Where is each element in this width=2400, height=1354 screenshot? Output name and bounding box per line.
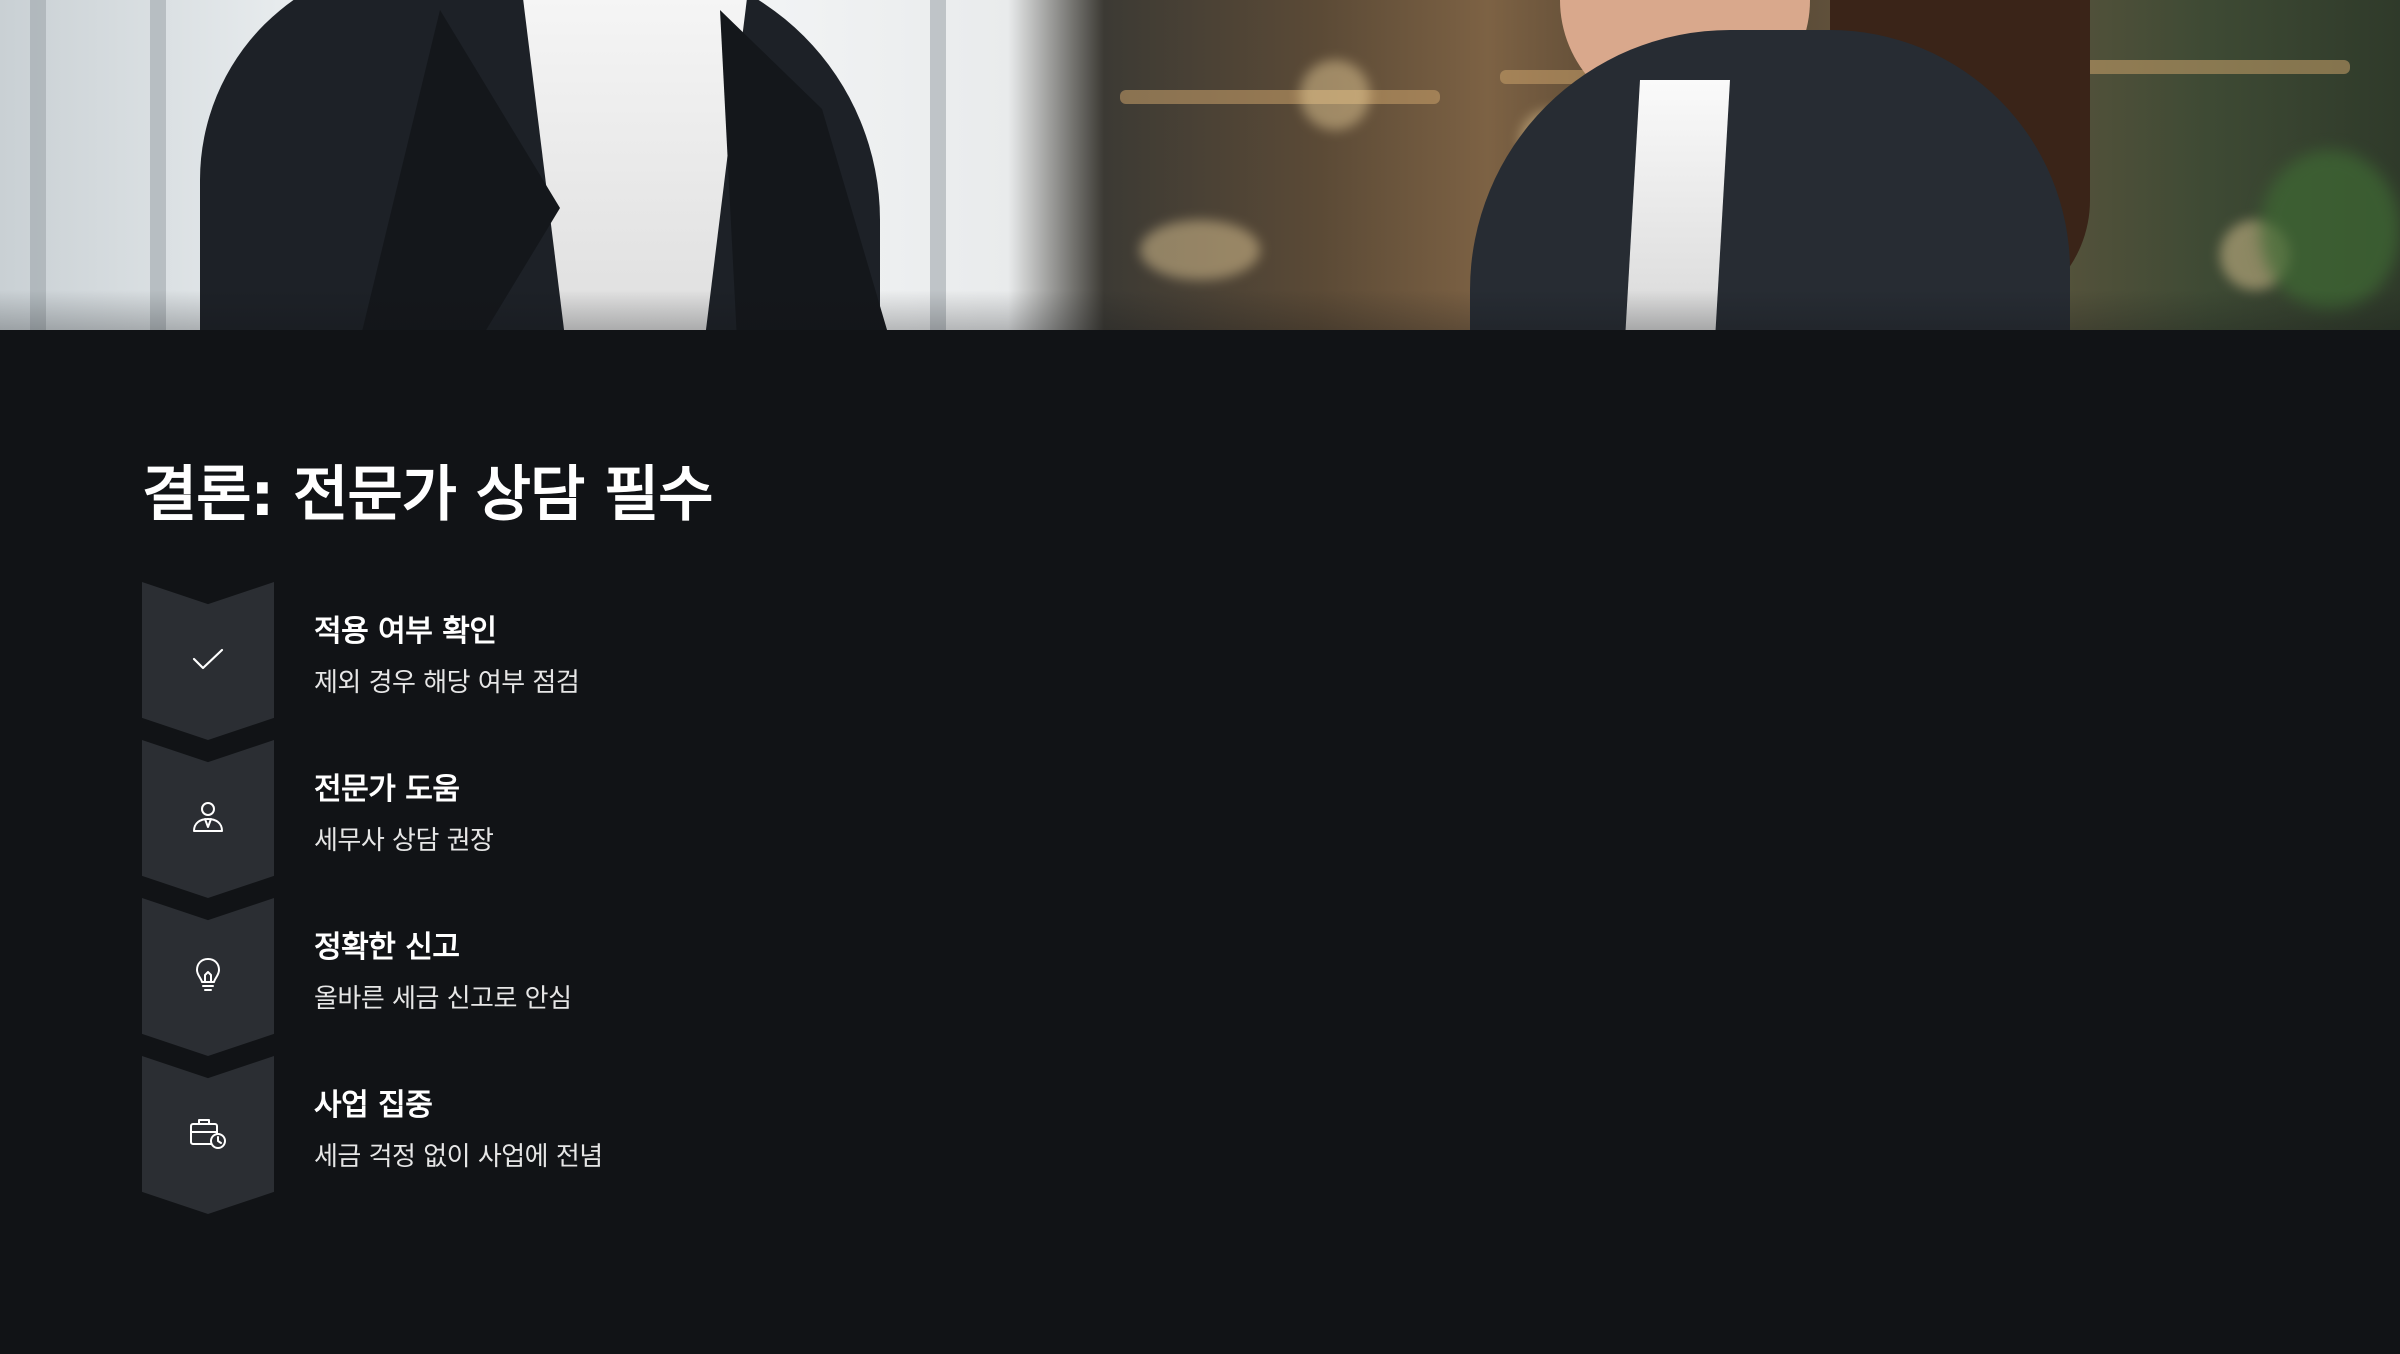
step-description: 세금 걱정 없이 사업에 전념: [314, 1142, 603, 1172]
slide: 결론: 전문가 상담 필수 적용 여부 확인 제외 경우 해당 여부 점검 전문…: [0, 0, 2400, 1354]
page-title: 결론: 전문가 상담 필수: [142, 460, 713, 530]
step-chevron: [142, 740, 274, 898]
step-chevron: [142, 1056, 274, 1214]
step-description: 제외 경우 해당 여부 점검: [314, 668, 580, 698]
step-item: 적용 여부 확인 제외 경우 해당 여부 점검: [142, 582, 1042, 740]
person-advisor-icon: [188, 797, 228, 837]
check-icon: [188, 639, 228, 679]
step-title: 사업 집중: [314, 1088, 433, 1123]
step-description: 올바른 세금 신고로 안심: [314, 984, 572, 1014]
step-title: 적용 여부 확인: [314, 614, 497, 649]
step-item: 사업 집중 세금 걱정 없이 사업에 전념: [142, 1056, 1042, 1214]
step-title: 정확한 신고: [314, 930, 460, 965]
step-title: 전문가 도움: [314, 772, 460, 807]
step-item: 정확한 신고 올바른 세금 신고로 안심: [142, 898, 1042, 1056]
briefcase-clock-icon: [188, 1113, 228, 1153]
step-chevron: [142, 582, 274, 740]
step-description: 세무사 상담 권장: [314, 826, 494, 856]
step-chevron: [142, 898, 274, 1056]
lightbulb-icon: [188, 955, 228, 995]
hero-photo: [0, 0, 2400, 330]
step-item: 전문가 도움 세무사 상담 권장: [142, 740, 1042, 898]
